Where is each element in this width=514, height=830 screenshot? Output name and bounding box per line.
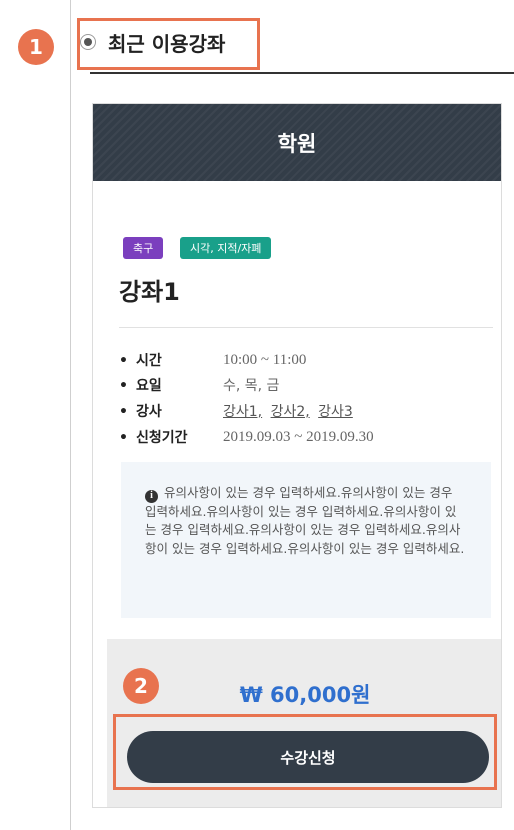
info-label: 강사 — [119, 401, 223, 421]
info-row-period: 신청기간 2019.09.03 ~ 2019.09.30 — [119, 426, 374, 448]
info-value: 2019.09.03 ~ 2019.09.30 — [223, 428, 374, 445]
callout-box-2 — [113, 714, 497, 790]
teacher-link[interactable]: 강사3 — [318, 404, 353, 420]
page-border-line — [70, 0, 71, 830]
info-label: 요일 — [119, 375, 223, 395]
info-row-time: 시간 10:00 ~ 11:00 — [119, 349, 306, 371]
teacher-link[interactable]: 강사1, — [223, 404, 262, 420]
teacher-links: 강사1, 강사2, 강사3 — [223, 401, 357, 421]
notice-text: 유의사항이 있는 경우 입력하세요.유의사항이 있는 경우 입력하세요.유의사항… — [145, 485, 465, 556]
callout-badge-1: 1 — [18, 29, 54, 65]
callout-badge-2: 2 — [123, 668, 159, 704]
bullet-radio-icon — [80, 34, 96, 50]
info-icon: i — [145, 489, 158, 503]
price: ₩ 60,000원 — [239, 683, 371, 707]
info-label: 시간 — [119, 350, 223, 370]
info-label: 신청기간 — [119, 427, 223, 447]
section-divider — [90, 72, 514, 74]
card-header: 학원 — [93, 104, 501, 181]
card-divider — [119, 327, 493, 328]
info-value: 10:00 ~ 11:00 — [223, 351, 307, 368]
info-row-teacher: 강사 강사1, 강사2, 강사3 — [119, 400, 357, 422]
tag-sport: 축구 — [123, 237, 164, 259]
tag-disability: 시각, 지적/자폐 — [180, 237, 272, 259]
info-row-day: 요일 수, 목, 금 — [119, 374, 280, 396]
section-title-text: 최근 이용강좌 — [108, 31, 226, 56]
section-title: 최근 이용강좌 — [80, 18, 225, 66]
card-header-title: 학원 — [277, 131, 317, 156]
notice-box: i 유의사항이 있는 경우 입력하세요.유의사항이 있는 경우 입력하세요.유의사… — [121, 462, 491, 618]
course-title: 강좌1 — [119, 278, 180, 306]
course-card: 학원 축구 시각, 지적/자폐 강좌1 시간 10:00 ~ 11:00 요일 … — [92, 103, 502, 808]
teacher-link[interactable]: 강사2, — [271, 404, 310, 420]
info-value: 수, 목, 금 — [223, 378, 280, 394]
